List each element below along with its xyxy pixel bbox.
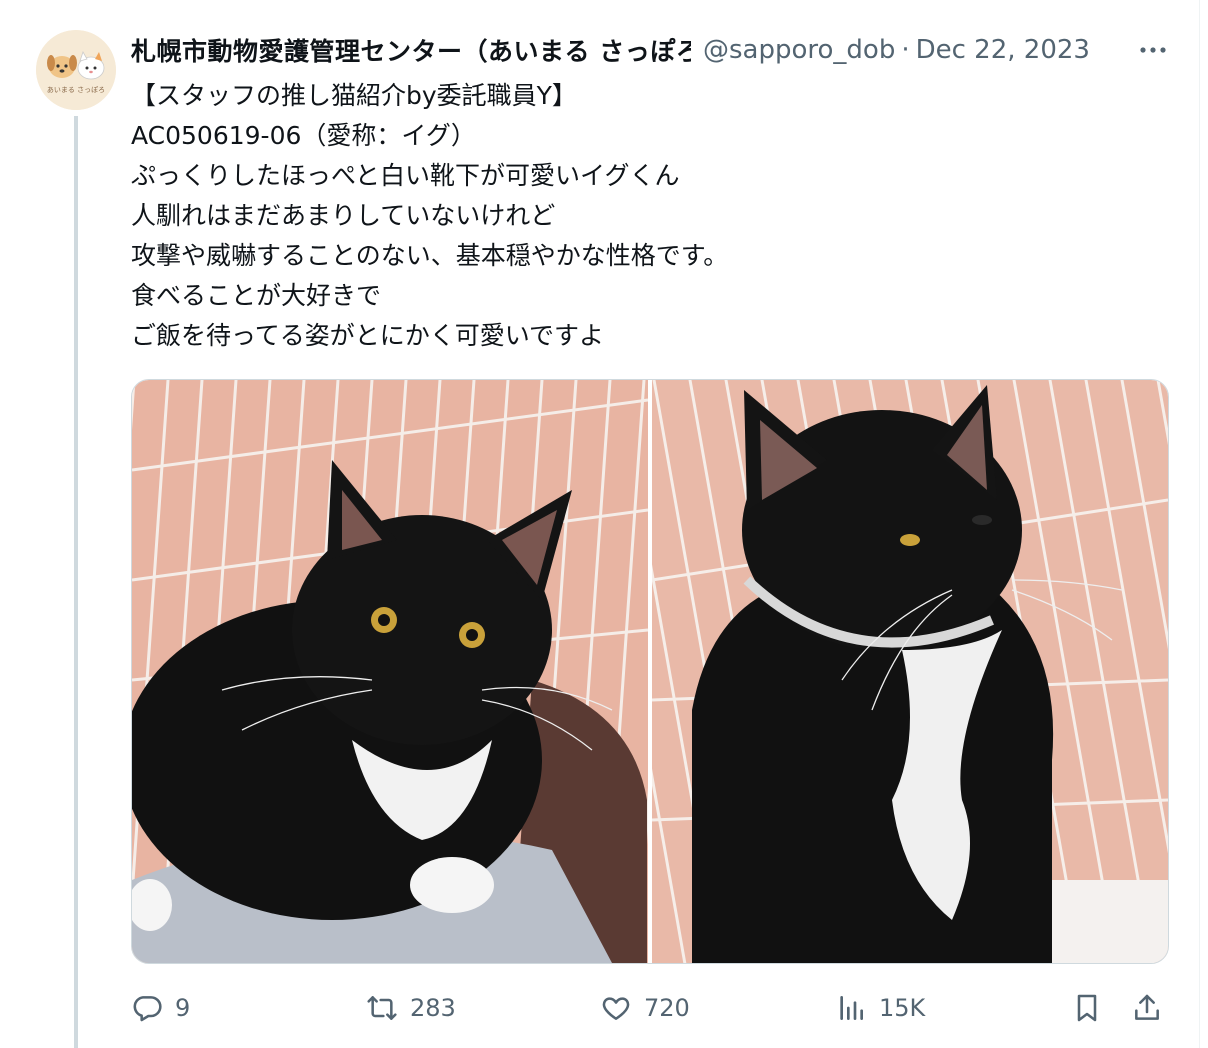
reply-button[interactable]: 9 bbox=[131, 985, 190, 1031]
cat-photo-2[interactable] bbox=[652, 380, 1168, 963]
views-button[interactable]: 15K bbox=[835, 985, 925, 1031]
tweet-date[interactable]: Dec 22, 2023 bbox=[916, 35, 1090, 65]
bookmark-icon bbox=[1077, 994, 1097, 1022]
avatar-label: あいまる さっぽろ bbox=[47, 86, 105, 94]
timeline-border bbox=[1199, 0, 1200, 1048]
cat-photo-1[interactable] bbox=[132, 380, 648, 963]
author-name[interactable]: 札幌市動物愛護管理センター（あいまる さっぽろ） bbox=[131, 32, 691, 68]
meta-separator: · bbox=[901, 35, 910, 65]
like-icon bbox=[602, 997, 630, 1020]
repost-count: 283 bbox=[410, 994, 456, 1022]
views-icon bbox=[840, 996, 863, 1020]
thread-line bbox=[74, 116, 78, 1048]
tweet-text: 【スタッフの推し猫紹介by委託職員Y】 AC050619-06（愛称：イグ） ぷ… bbox=[131, 76, 1171, 356]
avatar[interactable]: あいまる さっぽろ bbox=[36, 30, 116, 110]
bookmark-button[interactable] bbox=[1071, 985, 1115, 1031]
author-handle[interactable]: @sapporo_dob bbox=[703, 35, 895, 65]
more-icon[interactable] bbox=[1137, 36, 1169, 64]
tweet-line: 【スタッフの推し猫紹介by委託職員Y】 bbox=[131, 81, 577, 110]
tweet-line: 人馴れはまだあまりしていないけれど bbox=[131, 201, 556, 230]
tweet-line: 食べることが大好きで bbox=[131, 281, 382, 310]
media-grid bbox=[131, 379, 1169, 964]
action-bar: 9 283 720 15K bbox=[0, 985, 1208, 1031]
tweet-line: ぷっくりしたほっぺと白い靴下が可愛いイグくん bbox=[131, 161, 680, 190]
like-button[interactable]: 720 bbox=[600, 985, 690, 1031]
tweet-meta: @sapporo_dob · Dec 22, 2023 bbox=[703, 35, 1090, 65]
reply-icon bbox=[133, 996, 162, 1022]
tweet-header: 札幌市動物愛護管理センター（あいまる さっぽろ） @sapporo_dob · De… bbox=[131, 30, 1090, 70]
repost-button[interactable]: 283 bbox=[366, 985, 456, 1031]
share-button[interactable] bbox=[1131, 985, 1175, 1031]
reply-count: 9 bbox=[175, 994, 191, 1022]
tweet-line: AC050619-06（愛称：イグ） bbox=[131, 121, 476, 150]
like-count: 720 bbox=[644, 994, 690, 1022]
tweet-line: ご飯を待ってる姿がとにかく可愛いですよ bbox=[131, 321, 605, 350]
retweet-icon bbox=[367, 996, 397, 1020]
tweet-line: 攻撃や威嚇することのない、基本穏やかな性格です。 bbox=[131, 241, 729, 270]
share-icon bbox=[1135, 994, 1159, 1020]
views-count: 15K bbox=[879, 994, 926, 1022]
